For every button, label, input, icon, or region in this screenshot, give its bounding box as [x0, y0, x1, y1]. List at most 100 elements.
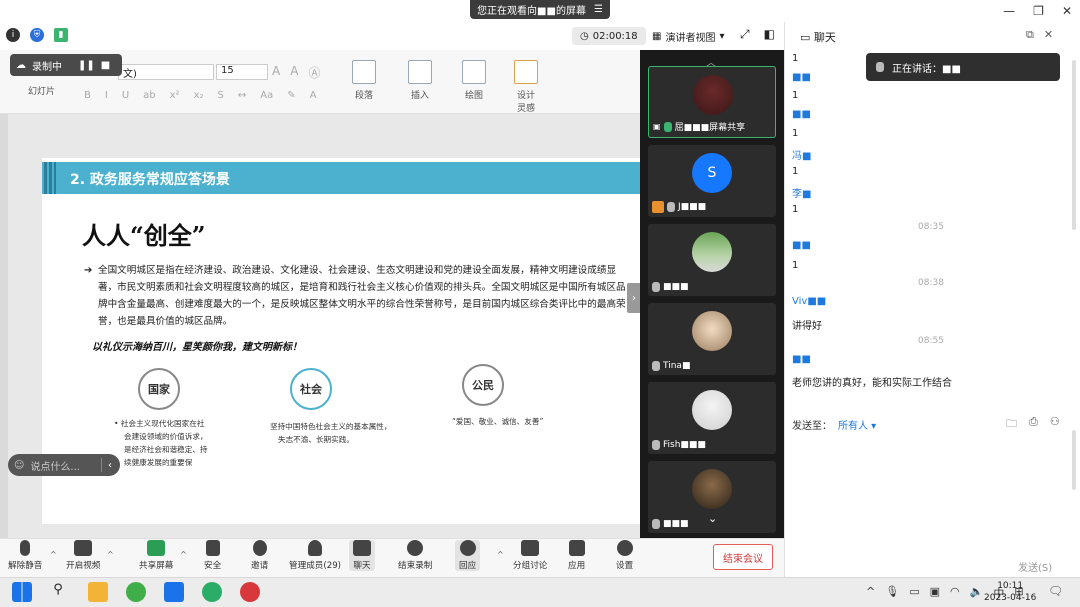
chat-scrollbar[interactable]	[1072, 60, 1076, 230]
menu-icon[interactable]: ☰	[594, 4, 603, 15]
collapse-video-arrow[interactable]: ›	[627, 283, 641, 313]
caption-line: 会建设领域的价值诉求，	[124, 432, 208, 441]
change-case-icon[interactable]: Aa	[260, 90, 273, 101]
clock-date: 2023-04-16	[984, 593, 1037, 603]
wechat-icon[interactable]	[202, 582, 222, 602]
manage-members-button[interactable]: 管理成员(29)	[289, 540, 341, 571]
fullscreen-icon[interactable]: ⤢	[740, 27, 750, 42]
font-size-select[interactable]: 15	[216, 64, 268, 80]
send-to-select[interactable]: 所有人 ▾	[838, 417, 876, 432]
cloud-icon: ☁	[16, 59, 26, 71]
view-mode-label: 演讲者视图	[665, 32, 716, 44]
shadow-icon[interactable]: S	[218, 90, 224, 101]
chevron-up-icon[interactable]: ^	[866, 585, 875, 601]
close-icon[interactable]: ✕	[1044, 28, 1053, 42]
mic-icon[interactable]: 🎙	[885, 585, 899, 601]
chat-button[interactable]: 聊天	[349, 540, 375, 571]
minimize-icon[interactable]: —	[1003, 4, 1015, 18]
clock-icon: ◷	[580, 30, 589, 42]
ribbon-paragraph-group[interactable]: 段落	[352, 60, 376, 101]
video-tile[interactable]: ■■■	[648, 224, 776, 296]
display-icon[interactable]: ▣	[930, 585, 940, 601]
italic-icon[interactable]: I	[105, 90, 108, 101]
subscript-icon[interactable]: x₂	[194, 90, 204, 101]
slide-thumbnail-strip[interactable]	[0, 114, 8, 538]
settings-button[interactable]: 设置	[616, 540, 633, 571]
reactions-button[interactable]: 回应	[455, 540, 481, 571]
chevron-up-icon[interactable]: ^	[50, 550, 57, 559]
clock-time: 10:11	[997, 581, 1024, 591]
app-icon[interactable]	[240, 582, 260, 602]
video-tile[interactable]: Fish■■■	[648, 382, 776, 454]
sidebar-toggle-icon[interactable]: ◧	[764, 27, 775, 42]
share-screen-button[interactable]: 共享屏幕	[139, 540, 173, 571]
wifi-icon[interactable]: ◠	[950, 585, 960, 601]
draw-icon	[462, 60, 486, 84]
restore-icon[interactable]: ❐	[1033, 4, 1044, 18]
chevron-left-icon[interactable]: ‹	[108, 460, 112, 471]
bold-icon[interactable]: B	[84, 90, 91, 101]
video-tile[interactable]: Tina■	[648, 303, 776, 375]
stop-recording-button[interactable]: 结束录制	[398, 540, 432, 571]
chevron-up-icon[interactable]: ^	[107, 550, 114, 559]
file-explorer-icon[interactable]	[88, 582, 108, 602]
video-tile[interactable]: ▣ 屈■■■屏幕共享	[648, 66, 776, 138]
invite-label: 邀请	[251, 561, 269, 571]
close-icon[interactable]: ✕	[1062, 4, 1072, 18]
char-spacing-icon[interactable]: ↔	[238, 90, 246, 101]
strikethrough-icon[interactable]: ab	[143, 90, 155, 101]
volume-icon[interactable]: 🔈	[970, 585, 984, 601]
ribbon-designer-group[interactable]: 设计 灵感	[514, 60, 538, 114]
apps-button[interactable]: 应用	[568, 540, 585, 571]
invite-button[interactable]: 邀请	[251, 540, 268, 571]
quick-chat-bar[interactable]: ☺ 说点什么... ‹	[8, 454, 120, 476]
popout-icon[interactable]: ⧉	[1026, 28, 1034, 42]
video-tile[interactable]: S J■■■	[648, 145, 776, 217]
grow-font-icon[interactable]: A	[272, 64, 280, 81]
underline-icon[interactable]: U	[122, 90, 129, 101]
chat-sender: ■■	[792, 354, 811, 365]
chat-message: 老师您讲的真好，能和实际工作结合	[792, 378, 952, 389]
system-clock[interactable]: 10:11 2023-04-16	[984, 580, 1036, 604]
shield-icon[interactable]: ⛨	[30, 28, 44, 42]
windows-start-icon[interactable]	[12, 582, 32, 602]
info-icon[interactable]: i	[6, 28, 20, 42]
emoji-icon[interactable]: ☺	[14, 460, 24, 471]
battery-icon[interactable]: ▭	[909, 585, 919, 601]
end-meeting-button[interactable]: 结束会议	[713, 544, 773, 570]
participant-name: 屈■■■屏幕共享	[674, 123, 746, 133]
view-mode-select[interactable]: ▦ 演讲者视图 ▾	[646, 27, 730, 45]
highlight-icon[interactable]: ✎	[287, 90, 295, 101]
pause-icon[interactable]: ❚❚	[78, 60, 95, 71]
unmute-button[interactable]: 解除静音	[8, 540, 42, 571]
signal-icon[interactable]: ▮	[54, 28, 68, 42]
breakout-button[interactable]: 分组讨论	[513, 540, 547, 571]
search-icon[interactable]: ⚲	[48, 582, 68, 602]
avatar	[692, 469, 732, 509]
recording-indicator[interactable]: ☁ 录制中 ❚❚ ■	[10, 54, 122, 76]
ribbon-slides-group[interactable]: 幻灯片	[28, 84, 55, 97]
ribbon-draw-group[interactable]: 绘图	[462, 60, 486, 101]
clear-format-icon[interactable]: Ⓐ	[308, 64, 320, 81]
sharing-banner[interactable]: 您正在观看向■■的屏幕 ☰	[470, 0, 610, 19]
browser-icon[interactable]	[126, 582, 146, 602]
security-button[interactable]: 安全	[204, 540, 221, 571]
send-button[interactable]: 发送(S)	[1018, 559, 1052, 574]
font-name-select[interactable]: 文)	[118, 64, 214, 80]
font-color-icon[interactable]: A	[310, 90, 317, 101]
ribbon-insert-group[interactable]: 插入	[408, 60, 432, 101]
chat-input[interactable]	[790, 432, 1060, 550]
chevron-down-icon[interactable]: ⌄	[708, 512, 717, 525]
chevron-up-icon[interactable]: ^	[180, 550, 187, 559]
chevron-up-icon[interactable]: ^	[497, 550, 504, 559]
chat-input-scrollbar[interactable]	[1072, 430, 1076, 490]
shrink-font-icon[interactable]: A	[290, 64, 298, 81]
stop-icon[interactable]: ■	[101, 60, 110, 71]
slide-paragraph-text: 全国文明城区是指在经济建设、政治建设、文化建设、社会建设、生态文明建设和党的建设…	[98, 265, 626, 327]
insert-icon	[408, 60, 432, 84]
start-video-button[interactable]: 开启视频	[66, 540, 100, 571]
notification-icon[interactable]: 🗨	[1048, 584, 1063, 598]
mic-muted-icon	[20, 540, 31, 556]
superscript-icon[interactable]: x²	[170, 90, 180, 101]
meeting-app-icon[interactable]	[164, 582, 184, 602]
